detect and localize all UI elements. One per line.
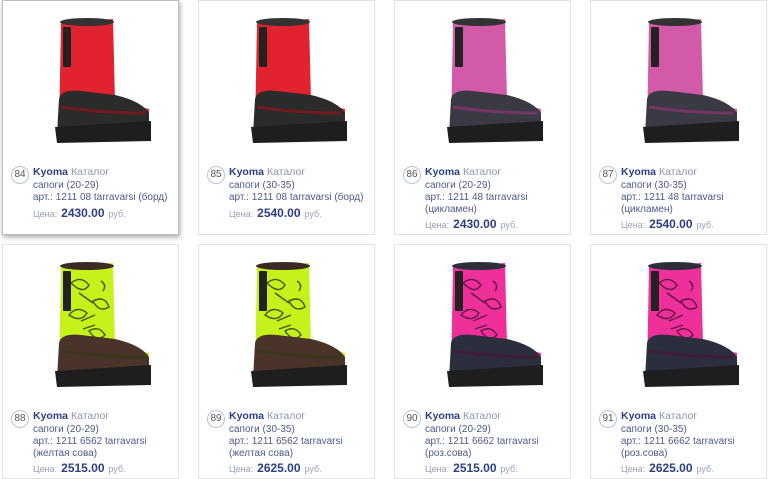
product-image[interactable] [591, 1, 766, 151]
catalog-link[interactable]: Каталог [659, 410, 697, 422]
brand-link[interactable]: Kyoma [229, 166, 264, 178]
price-label: Цена: [33, 209, 58, 219]
currency-label: руб. [304, 209, 322, 219]
price-value: 2540.00 [649, 217, 693, 231]
brand-link[interactable]: Kyoma [621, 410, 656, 422]
product-card[interactable]: 90 Kyoma Каталог сапоги (20-29) арт.: 121… [394, 244, 571, 479]
brand-line: Kyoma Каталог [33, 410, 109, 422]
boot-image [619, 9, 739, 154]
product-article: арт.: 1211 6662 tarravarsi (роз.сова) [425, 436, 539, 459]
product-description: сапоги (20-29) арт.: 1211 6562 tarravars… [33, 424, 178, 460]
catalog-link[interactable]: Каталог [71, 166, 109, 178]
product-image[interactable] [395, 245, 570, 395]
product-description: сапоги (30-35) арт.: 1211 6662 tarravars… [621, 424, 766, 460]
catalog-link[interactable]: Каталог [463, 410, 501, 422]
product-card[interactable]: 84 Kyoma Каталог сапоги (20-29) арт.: 121… [2, 0, 179, 235]
price-label: Цена: [229, 209, 254, 219]
product-card[interactable]: 89 Kyoma Каталог сапоги (30-35) арт.: 121… [198, 244, 375, 479]
product-image[interactable] [199, 245, 374, 395]
brand-line: Kyoma Каталог [425, 166, 501, 178]
boot-image [619, 253, 739, 398]
product-card[interactable]: 87 Kyoma Каталог сапоги (30-35) арт.: 121… [590, 0, 767, 235]
price-line: Цена: 2540.00 руб. [621, 217, 714, 231]
product-card[interactable]: 85 Kyoma Каталог сапоги (30-35) арт.: 121… [198, 0, 375, 235]
product-description: сапоги (30-35) арт.: 1211 48 tarravarsi … [621, 180, 766, 216]
product-number-badge: 89 [207, 410, 225, 428]
price-line: Цена: 2540.00 руб. [229, 206, 322, 220]
product-number-badge: 90 [403, 410, 421, 428]
product-type: сапоги (20-29) [33, 424, 99, 435]
currency-label: руб. [500, 220, 518, 230]
product-image[interactable] [3, 245, 178, 395]
brand-line: Kyoma Каталог [621, 410, 697, 422]
product-article: арт.: 1211 08 tarravarsi (борд) [229, 192, 364, 203]
product-card[interactable]: 86 Kyoma Каталог сапоги (20-29) арт.: 121… [394, 0, 571, 235]
product-type: сапоги (30-35) [229, 180, 295, 191]
product-article: арт.: 1211 48 tarravarsi (цикламен) [621, 192, 724, 215]
product-number-badge: 91 [599, 410, 617, 428]
currency-label: руб. [696, 220, 714, 230]
brand-line: Kyoma Каталог [229, 166, 305, 178]
brand-link[interactable]: Kyoma [33, 166, 68, 178]
catalog-link[interactable]: Каталог [71, 410, 109, 422]
price-line: Цена: 2430.00 руб. [33, 206, 126, 220]
catalog-link[interactable]: Каталог [659, 166, 697, 178]
product-description: сапоги (30-35) арт.: 1211 6562 tarravars… [229, 424, 374, 460]
catalog-link[interactable]: Каталог [267, 166, 305, 178]
brand-line: Kyoma Каталог [621, 166, 697, 178]
boot-image [423, 9, 543, 154]
boot-image [31, 253, 151, 398]
product-article: арт.: 1211 6662 tarravarsi (роз.сова) [621, 436, 735, 459]
product-grid: 84 Kyoma Каталог сапоги (20-29) арт.: 121… [0, 0, 770, 479]
product-number-badge: 85 [207, 166, 225, 184]
price-line: Цена: 2430.00 руб. [425, 217, 518, 231]
boot-image [227, 9, 347, 154]
product-article: арт.: 1211 6562 tarravarsi (желтая сова) [33, 436, 147, 459]
product-card[interactable]: 91 Kyoma Каталог сапоги (30-35) арт.: 121… [590, 244, 767, 479]
price-label: Цена: [621, 220, 646, 230]
product-type: сапоги (20-29) [425, 180, 491, 191]
product-type: сапоги (20-29) [33, 180, 99, 191]
catalog-link[interactable]: Каталог [463, 166, 501, 178]
brand-link[interactable]: Kyoma [621, 166, 656, 178]
product-number-badge: 87 [599, 166, 617, 184]
price-value: 2430.00 [61, 206, 105, 220]
boot-image [227, 253, 347, 398]
product-type: сапоги (30-35) [229, 424, 295, 435]
price-label: Цена: [425, 220, 450, 230]
catalog-link[interactable]: Каталог [267, 410, 305, 422]
boot-image [423, 253, 543, 398]
currency-label: руб. [108, 209, 126, 219]
product-description: сапоги (20-29) арт.: 1211 08 tarravarsi … [33, 180, 178, 204]
product-number-badge: 86 [403, 166, 421, 184]
product-image[interactable] [591, 245, 766, 395]
boot-image [31, 9, 151, 154]
product-description: сапоги (30-35) арт.: 1211 08 tarravarsi … [229, 180, 374, 204]
product-description: сапоги (20-29) арт.: 1211 6662 tarravars… [425, 424, 570, 460]
brand-line: Kyoma Каталог [229, 410, 305, 422]
brand-link[interactable]: Kyoma [425, 410, 460, 422]
product-image[interactable] [199, 1, 374, 151]
brand-link[interactable]: Kyoma [229, 410, 264, 422]
brand-link[interactable]: Kyoma [33, 410, 68, 422]
product-type: сапоги (30-35) [621, 180, 687, 191]
product-image[interactable] [395, 1, 570, 151]
product-number-badge: 88 [11, 410, 29, 428]
brand-line: Kyoma Каталог [425, 410, 501, 422]
price-value: 2540.00 [257, 206, 301, 220]
product-article: арт.: 1211 6562 tarravarsi (желтая сова) [229, 436, 343, 459]
product-article: арт.: 1211 48 tarravarsi (цикламен) [425, 192, 528, 215]
product-image[interactable] [3, 1, 178, 151]
price-value: 2430.00 [453, 217, 497, 231]
product-type: сапоги (30-35) [621, 424, 687, 435]
brand-line: Kyoma Каталог [33, 166, 109, 178]
product-type: сапоги (20-29) [425, 424, 491, 435]
product-card[interactable]: 88 Kyoma Каталог сапоги (20-29) арт.: 121… [2, 244, 179, 479]
brand-link[interactable]: Kyoma [425, 166, 460, 178]
product-article: арт.: 1211 08 tarravarsi (борд) [33, 192, 168, 203]
product-number-badge: 84 [11, 166, 29, 184]
product-description: сапоги (20-29) арт.: 1211 48 tarravarsi … [425, 180, 570, 216]
